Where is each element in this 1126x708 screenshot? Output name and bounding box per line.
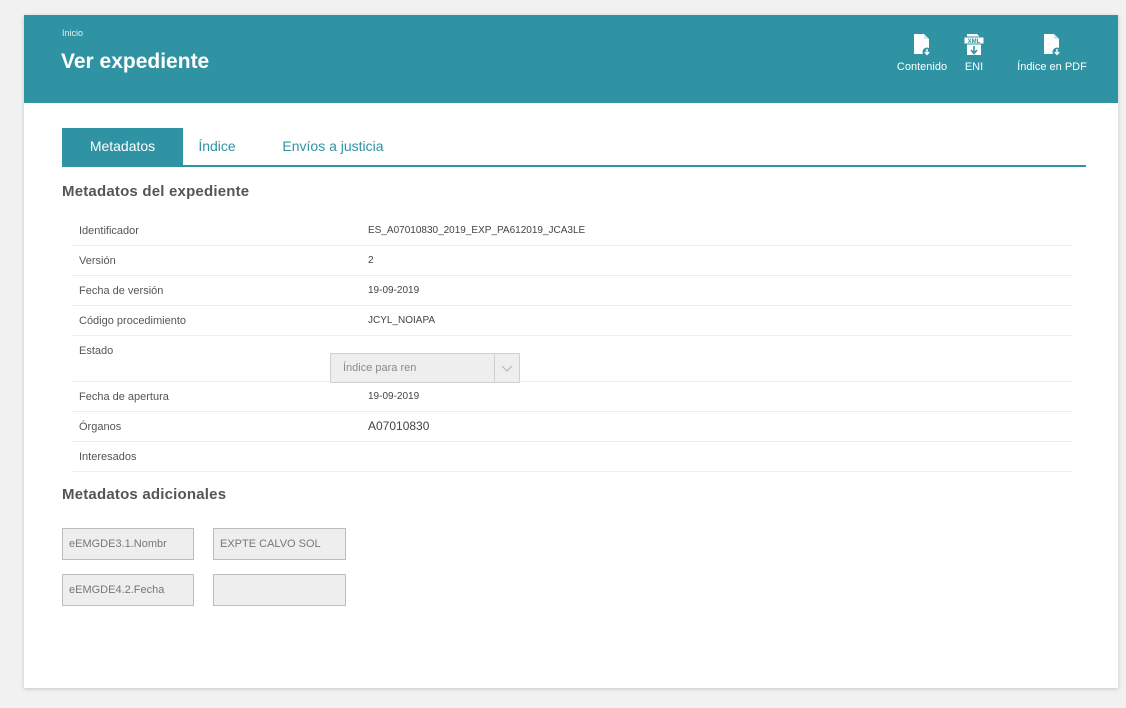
metadata-row-identificador: Identificador ES_A07010830_2019_EXP_PA61…	[72, 216, 1072, 246]
row-key: Fecha de apertura	[79, 391, 169, 403]
row-value: ES_A07010830_2019_EXP_PA612019_JCA3LE	[368, 225, 586, 236]
page-header: Inicio Ver expediente Contenido XML ENI …	[24, 15, 1118, 103]
eni-button[interactable]: XML ENI	[956, 33, 992, 73]
row-value: JCYL_NOIAPA	[368, 315, 436, 326]
row-key: Estado	[79, 345, 114, 357]
row-key: Órganos	[79, 421, 122, 433]
xml-download-icon: XML	[963, 34, 985, 55]
additional-value-field[interactable]: EXPTE CALVO SOL	[213, 528, 346, 560]
document-download-icon	[1044, 34, 1062, 57]
row-key: Fecha de versión	[79, 285, 164, 297]
additional-key-field[interactable]: eEMGDE3.1.Nombr	[62, 528, 194, 560]
row-value: A07010830	[368, 419, 430, 433]
row-key: Versión	[79, 255, 116, 267]
row-value: 19-09-2019	[368, 285, 420, 296]
metadata-row-estado: Estado	[72, 336, 1072, 382]
document-download-icon	[914, 34, 932, 57]
tab-metadatos[interactable]: Metadatos	[62, 128, 183, 165]
contenido-label: Contenido	[896, 61, 948, 73]
metadata-row-organos: Órganos A07010830	[72, 412, 1072, 442]
metadata-section-title: Metadatos del expediente	[62, 183, 250, 200]
contenido-button[interactable]: Contenido	[890, 33, 954, 73]
breadcrumb-inicio[interactable]: Inicio	[62, 28, 83, 38]
row-key: Identificador	[79, 225, 139, 237]
chevron-down-icon[interactable]	[494, 354, 519, 382]
page-title: Ver expediente	[61, 50, 210, 73]
indice-pdf-button[interactable]: Índice en PDF	[1006, 33, 1098, 73]
eni-label: ENI	[964, 61, 984, 73]
additional-value-field[interactable]	[213, 574, 346, 606]
estado-select-value: Índice para ren	[343, 362, 417, 374]
additional-section-title: Metadatos adicionales	[62, 486, 227, 503]
metadata-row-fecha-version: Fecha de versión 19-09-2019	[72, 276, 1072, 306]
row-key: Interesados	[79, 451, 137, 463]
metadata-row-version: Versión 2	[72, 246, 1072, 276]
tab-envios-justicia[interactable]: Envíos a justicia	[251, 128, 415, 165]
row-value: 2	[368, 255, 374, 266]
svg-text:XML: XML	[968, 39, 981, 45]
metadata-row-codigo-procedimiento: Código procedimiento JCYL_NOIAPA	[72, 306, 1072, 336]
additional-key-field[interactable]: eEMGDE4.2.Fecha	[62, 574, 194, 606]
indice-pdf-label: Índice en PDF	[1017, 61, 1087, 73]
tab-indice[interactable]: Índice	[183, 128, 251, 165]
metadata-row-fecha-apertura: Fecha de apertura 19-09-2019	[72, 382, 1072, 412]
estado-select[interactable]: Índice para ren	[330, 353, 520, 383]
row-value: 19-09-2019	[368, 391, 420, 402]
tab-bar: Metadatos Índice Envíos a justicia	[62, 128, 1086, 167]
metadata-row-interesados: Interesados	[72, 442, 1072, 472]
row-key: Código procedimiento	[79, 315, 187, 327]
metadata-table: Identificador ES_A07010830_2019_EXP_PA61…	[72, 216, 1072, 472]
main-card: Inicio Ver expediente Contenido XML ENI …	[24, 15, 1118, 688]
